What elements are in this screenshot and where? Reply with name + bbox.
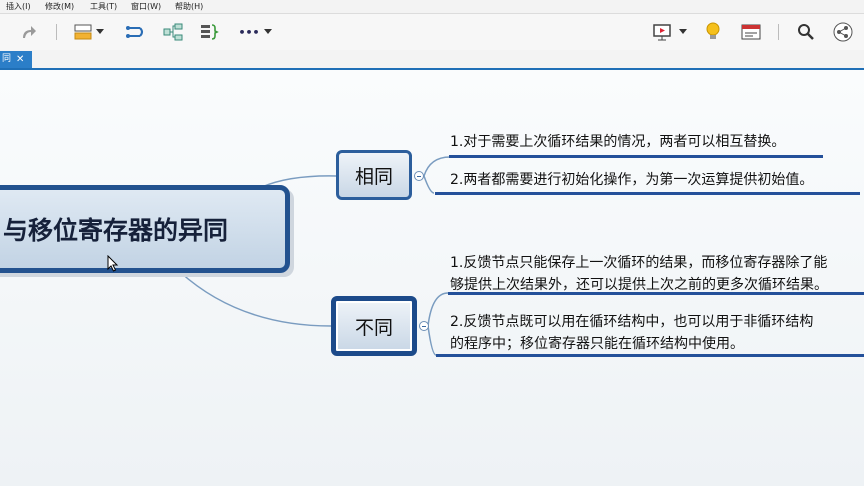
connector-diff-1 [427, 292, 449, 327]
subtopic-text-line: 2.反馈节点既可以用在循环结构中，也可以用于非循环结构 [450, 314, 814, 330]
subtopic-underline [435, 192, 860, 195]
mouse-cursor-icon [107, 254, 119, 276]
branch-topic-same[interactable]: 相同 [336, 150, 412, 200]
collapse-toggle-icon[interactable] [419, 321, 429, 331]
central-topic-label: 与移位寄存器的异同 [3, 216, 229, 245]
subtopic-text-line: 1.反馈节点只能保存上一次循环的结果，而移位寄存器除了能 [450, 255, 828, 271]
subtopic-diff-2[interactable]: 2.反馈节点既可以用在循环结构中，也可以用于非循环结构 的程序中；移位寄存器只能… [450, 311, 813, 355]
subtopic-same-1[interactable]: 1.对于需要上次循环结果的情况，两者可以相互替换。 [450, 131, 785, 153]
connector-same-2 [423, 175, 435, 194]
subtopic-text: 2.两者都需要进行初始化操作，为第一次运算提供初始值。 [450, 172, 814, 188]
connector-central-diff [179, 271, 332, 327]
connector-diff-2 [427, 325, 437, 356]
branch-label: 不同 [354, 316, 393, 339]
branch-label: 相同 [354, 165, 393, 188]
subtopic-text: 1.对于需要上次循环结果的情况，两者可以相互替换。 [450, 134, 786, 150]
subtopic-underline [448, 292, 864, 295]
subtopic-underline [449, 155, 823, 158]
central-topic[interactable]: 与移位寄存器的异同 [0, 185, 290, 273]
subtopic-diff-1[interactable]: 1.反馈节点只能保存上一次循环的结果，而移位寄存器除了能 够提供上次结果外，还可… [450, 252, 828, 296]
subtopic-underline [436, 354, 864, 357]
subtopic-text-line: 的程序中；移位寄存器只能在循环结构中使用。 [450, 336, 744, 352]
branch-topic-diff[interactable]: 不同 [331, 296, 417, 356]
collapse-toggle-icon[interactable] [414, 171, 424, 181]
connector-same-1 [423, 156, 451, 177]
subtopic-same-2[interactable]: 2.两者都需要进行初始化操作，为第一次运算提供初始值。 [450, 169, 813, 191]
